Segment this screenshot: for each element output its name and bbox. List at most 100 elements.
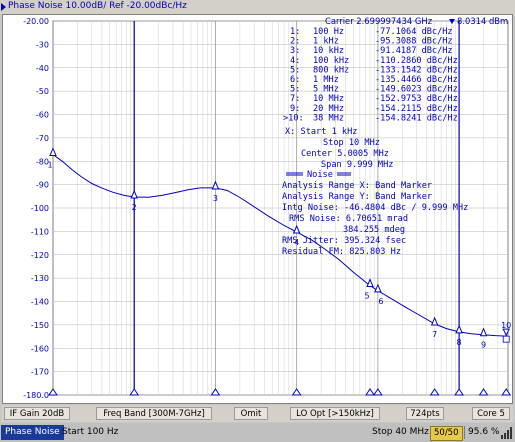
phase-noise-plot[interactable]: -20.00-30-40-50-60-70-80-90-100-110-120-…: [3, 15, 512, 403]
analysis-range-x: Analysis Range X: Band Marker: [282, 181, 432, 191]
axis-marker-symbol: [365, 388, 375, 396]
start-frequency[interactable]: Start 100 Hz: [62, 425, 118, 440]
y-tick-label: -160: [31, 344, 49, 353]
marker-label: 7: [432, 330, 437, 339]
status-bar: Phase Noise Start 100 Hz Stop 40 MHz 50/…: [0, 423, 515, 442]
y-tick-label: -110: [31, 227, 49, 236]
averaging-badge: 50/50: [430, 426, 463, 441]
marker-symbol: [211, 180, 220, 190]
marker-label: 3: [213, 194, 218, 203]
marker-table-num: 4:: [290, 56, 300, 66]
y-tick-label: -30: [36, 40, 49, 49]
marker-table-num: 3:: [290, 46, 300, 56]
marker-symbol: [479, 327, 488, 337]
freq-band-button[interactable]: Freq Band [300M-7GHz]: [96, 407, 212, 420]
marker-table-num: 7:: [290, 94, 300, 104]
trace-indicator-icon: [1, 3, 6, 11]
noise-heading: Noise: [307, 170, 333, 180]
marker-table-num: 5:: [290, 65, 300, 75]
marker-table-freq: 5 MHz: [313, 85, 339, 95]
points-button[interactable]: 724pts: [406, 407, 444, 420]
marker-table-value: -149.6023 dBc/Hz: [375, 85, 458, 95]
marker-label: 9: [481, 341, 486, 350]
axis-marker-symbol: [129, 388, 140, 396]
marker-symbol: [374, 283, 382, 293]
marker-label: 2: [132, 203, 137, 212]
softkey-bar: IF Gain 20dB Freq Band [300M-7GHz] Omit …: [2, 405, 513, 422]
marker-table-value: -110.2860 dBc/Hz: [375, 56, 458, 66]
marker-label: 6: [378, 297, 383, 306]
marker-table-value: -152.9753 dBc/Hz: [375, 94, 458, 104]
marker-label: 5: [364, 291, 369, 300]
marker-label: 8: [457, 338, 462, 347]
omit-button[interactable]: Omit: [234, 407, 268, 420]
x-center: Center 5.0005 MHz: [301, 149, 389, 159]
axis-marker-symbol: [48, 388, 58, 396]
marker-table-freq: 38 MHz: [313, 113, 344, 123]
y-tick-label: -180.0: [23, 391, 49, 400]
marker-table-num: 1:: [290, 27, 300, 37]
marker-table-num: >10:: [283, 113, 304, 123]
axis-marker-symbol: [372, 388, 383, 396]
axis-marker-symbol: [210, 388, 221, 396]
marker-symbols: 12345678 910: [47, 147, 511, 350]
span-info: X: Start 1 kHz Stop 10 MHz Center 5.0005…: [285, 127, 393, 170]
marker-table-freq: 10 kHz: [313, 46, 344, 56]
marker-symbol: [292, 224, 301, 234]
noise-info: Noise Analysis Range X: Band Marker Anal…: [282, 170, 468, 257]
plot-area[interactable]: -20.00 -30 -40 -50 -60 -70 -80 -90 -100 -110 -120-…: [2, 14, 513, 404]
y-tick-label: -90: [36, 181, 49, 190]
marker-table-value: -77.1064 dBc/Hz: [375, 27, 453, 37]
axis-marker-symbol: [454, 388, 465, 396]
phase-noise-window: Phase Noise 10.00dB/ Ref -20.00dBc/Hz -2…: [0, 0, 515, 442]
y-tick-label: -40: [36, 64, 49, 73]
marker-table: 1: 100 Hz -77.1064 dBc/Hz 2: 1 kHz -95.3088 d…: [283, 27, 458, 123]
core-button[interactable]: Core 5: [472, 407, 510, 420]
marker-table-value: -154.2115 dBc/Hz: [375, 104, 458, 114]
marker-label: 1: [47, 160, 52, 169]
rms-noise: RMS Noise: 6.70651 mrad: [289, 214, 408, 224]
marker-table-value: -133.1542 dBc/Hz: [375, 65, 458, 75]
x-span: Span 9.999 MHz: [321, 160, 393, 170]
lo-opt-button[interactable]: LO Opt [>150kHz]: [290, 407, 380, 420]
marker-table-num: 2:: [290, 37, 300, 47]
status-separator: [464, 426, 465, 439]
y-tick-label: -140: [31, 298, 49, 307]
if-gain-button[interactable]: IF Gain 20dB: [4, 407, 70, 420]
marker-table-num: 5:: [290, 85, 300, 95]
analysis-range-y: Analysis Range Y: Band Marker: [282, 192, 432, 202]
carrier-level: 8.0314 dBm: [457, 16, 508, 26]
marker-table-freq: 1 kHz: [313, 37, 339, 47]
x-start: X: Start 1 kHz: [285, 127, 357, 137]
marker-table-freq: 10 MHz: [313, 94, 344, 104]
stop-frequency[interactable]: Stop 40 MHz: [372, 425, 429, 440]
axis-marker-symbol: [478, 388, 489, 396]
marker-symbol: [366, 278, 374, 287]
y-tick-label: -170: [31, 368, 49, 377]
y-axis-labels: -20.00-30-40-50-60-70-80-90-100-110-120-…: [23, 17, 49, 400]
marker-symbol: [49, 147, 57, 156]
carrier-frequency: Carrier 2.699997434 GHz: [325, 16, 433, 26]
marker-table-num: 9:: [290, 104, 300, 114]
x-stop: Stop 10 MHz: [323, 138, 380, 148]
marker-table-freq: 1 MHz: [313, 75, 339, 85]
residual-fm: Residual FM: 825.803 Hz: [282, 247, 401, 257]
measurement-mode[interactable]: Phase Noise: [1, 425, 64, 440]
axis-marker-symbol: [291, 388, 302, 396]
marker-label: 10: [501, 321, 511, 330]
marker-table-num: 6:: [290, 75, 300, 85]
y-tick-label: -130: [31, 274, 49, 283]
y-tick-label: -150: [31, 321, 49, 330]
trace-title-bar: Phase Noise 10.00dB/ Ref -20.00dBc/Hz: [0, 0, 515, 14]
marker-symbol: [455, 324, 463, 334]
marker-symbol: [130, 189, 138, 199]
active-marker-box: [502, 335, 510, 343]
y-tick-label: -50: [36, 87, 49, 96]
axis-marker-symbol: [501, 388, 512, 396]
phase-noise-trace: [52, 154, 508, 337]
marker-table-freq: 100 Hz: [313, 27, 344, 37]
axis-marker-symbol: [429, 388, 440, 396]
marker-table-freq: 800 kHz: [313, 65, 349, 75]
marker-table-value: -95.3088 dBc/Hz: [375, 37, 453, 47]
intg-noise: Intg Noise: -46.4804 dBc / 9.999 MHz: [282, 203, 468, 213]
